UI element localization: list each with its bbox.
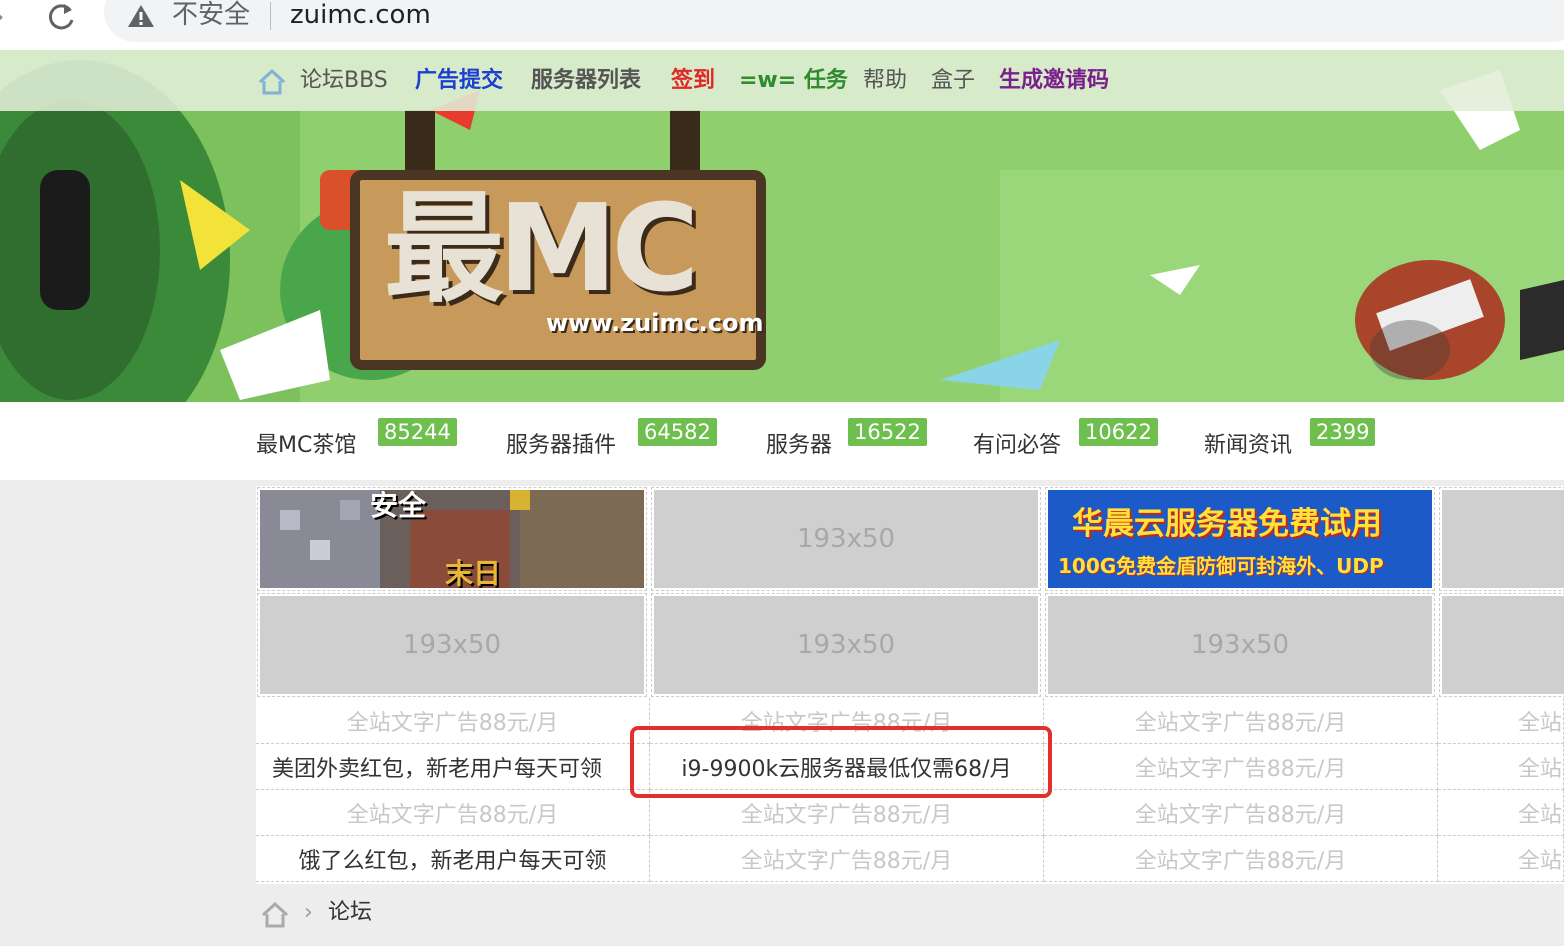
text-ad[interactable]: 全站	[1438, 698, 1564, 744]
text-ad[interactable]: 全站文字广告88元/月	[650, 836, 1044, 882]
breadcrumb-forum[interactable]: 论坛	[328, 898, 372, 928]
category-count-badge: 16522	[848, 418, 927, 446]
tnt-block	[1355, 260, 1505, 380]
ad-size-placeholder: 193x50	[796, 524, 896, 554]
category-label: 新闻资讯	[1204, 433, 1293, 458]
forum-category-bar: 最MC茶馆 85244 服务器插件 64582 服务器 16522 有问必答 1…	[0, 402, 1564, 480]
ad-image-text-top: 华晨云服务器免费试用	[1072, 506, 1382, 542]
image-ad-doomsday[interactable]: 安全 末日	[257, 487, 647, 591]
category-count-badge: 64582	[638, 418, 717, 446]
category-count-badge: 2399	[1310, 418, 1376, 446]
text-ad[interactable]: 全站文字广告88元/月	[1044, 698, 1438, 744]
ad-size-placeholder: 193x50	[796, 630, 896, 660]
text-ad[interactable]: 全站文字广告88元/月	[1044, 836, 1438, 882]
image-ad-slot[interactable]: 193x50	[1045, 593, 1435, 697]
image-ad-slot[interactable]: 193x50	[651, 487, 1041, 591]
browser-toolbar: › 不安全 zuimc.com	[0, 0, 1564, 50]
url-text[interactable]: zuimc.com	[290, 0, 431, 30]
category-news[interactable]: 新闻资讯 2399	[1204, 418, 1376, 466]
text-ad-meituan[interactable]: 美团外卖红包，新老用户每天可领	[256, 744, 650, 790]
nav-box[interactable]: 盒子	[931, 66, 975, 96]
nav-ad-submit[interactable]: 广告提交	[415, 66, 503, 96]
category-label: 最MC茶馆	[256, 433, 357, 458]
home-icon[interactable]	[260, 900, 290, 928]
category-label: 有问必答	[973, 433, 1062, 458]
warning-icon[interactable]	[127, 3, 155, 29]
category-qa[interactable]: 有问必答 10622	[973, 418, 1158, 466]
text-ad[interactable]: 全站	[1438, 790, 1564, 836]
image-ad-slot[interactable]: 193x50	[257, 593, 647, 697]
text-ad[interactable]: 全站文字广告88元/月	[1044, 744, 1438, 790]
url-divider	[270, 2, 271, 30]
nav-checkin[interactable]: 签到	[671, 66, 715, 96]
image-ad-slot[interactable]	[1439, 593, 1564, 697]
ad-image-text-top: 安全	[370, 489, 427, 522]
home-icon[interactable]	[256, 66, 288, 96]
text-ad[interactable]: 全站文字广告88元/月	[256, 790, 650, 836]
site-banner: 论坛BBS 广告提交 服务器列表 签到 =w= 任务 帮助 盒子 生成邀请码 最…	[0, 50, 1564, 402]
category-zuimc-teahouse[interactable]: 最MC茶馆 85244	[256, 418, 457, 466]
category-count-badge: 85244	[378, 418, 457, 446]
ad-size-placeholder: 193x50	[402, 630, 502, 660]
nav-tasks[interactable]: =w= 任务	[739, 66, 848, 96]
breadcrumb-separator: ›	[304, 900, 313, 925]
text-ad[interactable]: 全站文字广告88元/月	[256, 698, 650, 744]
image-ad-huachen-cloud[interactable]: 华晨云服务器免费试用 100G免费金盾防御可封海外、UDP	[1045, 487, 1435, 591]
reload-icon[interactable]	[44, 0, 78, 34]
category-count-badge: 10622	[1079, 418, 1158, 446]
text-ad-eleme[interactable]: 饿了么红包，新老用户每天可领	[256, 836, 650, 882]
nav-invite-code[interactable]: 生成邀请码	[999, 66, 1109, 96]
top-navigation: 论坛BBS 广告提交 服务器列表 签到 =w= 任务 帮助 盒子 生成邀请码	[0, 50, 1564, 111]
logo-text: 最MC	[384, 180, 699, 319]
text-ad[interactable]: 全站	[1438, 744, 1564, 790]
image-ad-slot[interactable]	[1439, 487, 1564, 591]
site-logo[interactable]: 最MC www.zuimc.com	[350, 170, 766, 402]
logo-url: www.zuimc.com	[546, 309, 764, 337]
nav-help[interactable]: 帮助	[863, 66, 907, 96]
text-ad[interactable]: 全站	[1438, 836, 1564, 882]
category-server-plugins[interactable]: 服务器插件 64582	[506, 418, 717, 466]
image-ad-slot[interactable]: 193x50	[651, 593, 1041, 697]
category-label: 服务器	[766, 433, 833, 458]
category-label: 服务器插件	[506, 433, 617, 458]
annotation-highlight-box	[630, 726, 1052, 798]
nav-forum-bbs[interactable]: 论坛BBS	[300, 66, 388, 96]
ad-image-text-bottom: 末日	[445, 557, 502, 590]
nav-server-list[interactable]: 服务器列表	[531, 66, 641, 96]
security-status[interactable]: 不安全	[172, 0, 250, 30]
category-servers[interactable]: 服务器 16522	[766, 418, 927, 466]
ad-size-placeholder: 193x50	[1190, 630, 1290, 660]
text-ad[interactable]: 全站文字广告88元/月	[1044, 790, 1438, 836]
ad-image-text-bottom: 100G免费金盾防御可封海外、UDP	[1058, 554, 1384, 578]
forward-icon[interactable]: ›	[0, 2, 4, 32]
